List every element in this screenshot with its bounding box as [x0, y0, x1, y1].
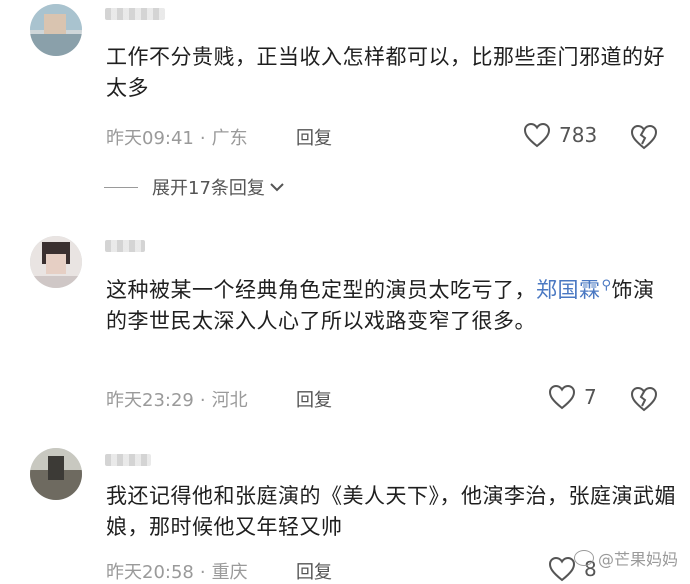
avatar[interactable] — [30, 448, 82, 500]
like-count: 783 — [559, 123, 598, 147]
comment-text: 我还记得他和张庭演的《美人天下》，他演李治，张庭演武媚娘，那时候他又年轻又帅 — [106, 484, 676, 539]
avatar[interactable] — [30, 4, 82, 56]
expand-replies[interactable]: 展开17条回复 — [104, 174, 285, 200]
comment-text-part: 这种被某一个经典角色定型的演员太吃亏了， — [106, 278, 536, 302]
mention-name: 郑国霖 — [536, 278, 601, 302]
broken-heart-icon[interactable] — [630, 124, 658, 150]
like-button[interactable]: 7 — [548, 384, 597, 410]
heart-icon — [548, 384, 576, 410]
weibo-logo-icon — [573, 550, 594, 566]
username-blurred[interactable] — [105, 8, 165, 20]
heart-icon — [523, 122, 551, 148]
comment-text: 工作不分贵贱，正当收入怎样都可以，比那些歪门邪道的好太多 — [106, 45, 665, 100]
comment-meta: 昨天23:29 · 河北 — [106, 386, 248, 412]
timestamp: 昨天23:29 — [106, 390, 194, 411]
location: 重庆 — [211, 562, 248, 583]
meta-separator: · — [199, 562, 206, 583]
comment-meta: 昨天09:41 · 广东 — [106, 124, 248, 150]
comment-meta: 昨天20:58 · 重庆 — [106, 558, 248, 584]
mention-link[interactable]: 郑国霖⚲ — [536, 278, 612, 302]
like-count: 7 — [584, 385, 597, 409]
divider-line — [104, 186, 138, 188]
reply-button[interactable]: 回复 — [296, 386, 332, 412]
avatar[interactable] — [30, 236, 82, 288]
watermark-text: @芒果妈妈 — [597, 550, 678, 569]
reply-button[interactable]: 回复 — [296, 124, 332, 150]
search-icon: ⚲ — [601, 278, 612, 293]
watermark: @芒果妈妈 — [573, 546, 678, 570]
username-blurred[interactable] — [105, 454, 151, 466]
timestamp: 昨天09:41 — [106, 128, 194, 149]
heart-icon — [548, 556, 576, 582]
reply-button[interactable]: 回复 — [296, 558, 332, 584]
meta-separator: · — [199, 390, 206, 411]
comment-text: 这种被某一个经典角色定型的演员太吃亏了，郑国霖⚲饰演的李世民太深入人心了所以戏路… — [106, 270, 676, 337]
timestamp: 昨天20:58 — [106, 562, 194, 583]
location: 河北 — [211, 390, 248, 411]
broken-heart-icon[interactable] — [630, 386, 658, 412]
expand-replies-label: 展开17条回复 — [152, 178, 265, 199]
location: 广东 — [211, 128, 248, 149]
username-blurred[interactable] — [105, 240, 145, 252]
like-button[interactable]: 783 — [523, 122, 597, 148]
meta-separator: · — [199, 128, 206, 149]
chevron-down-icon — [270, 183, 284, 192]
